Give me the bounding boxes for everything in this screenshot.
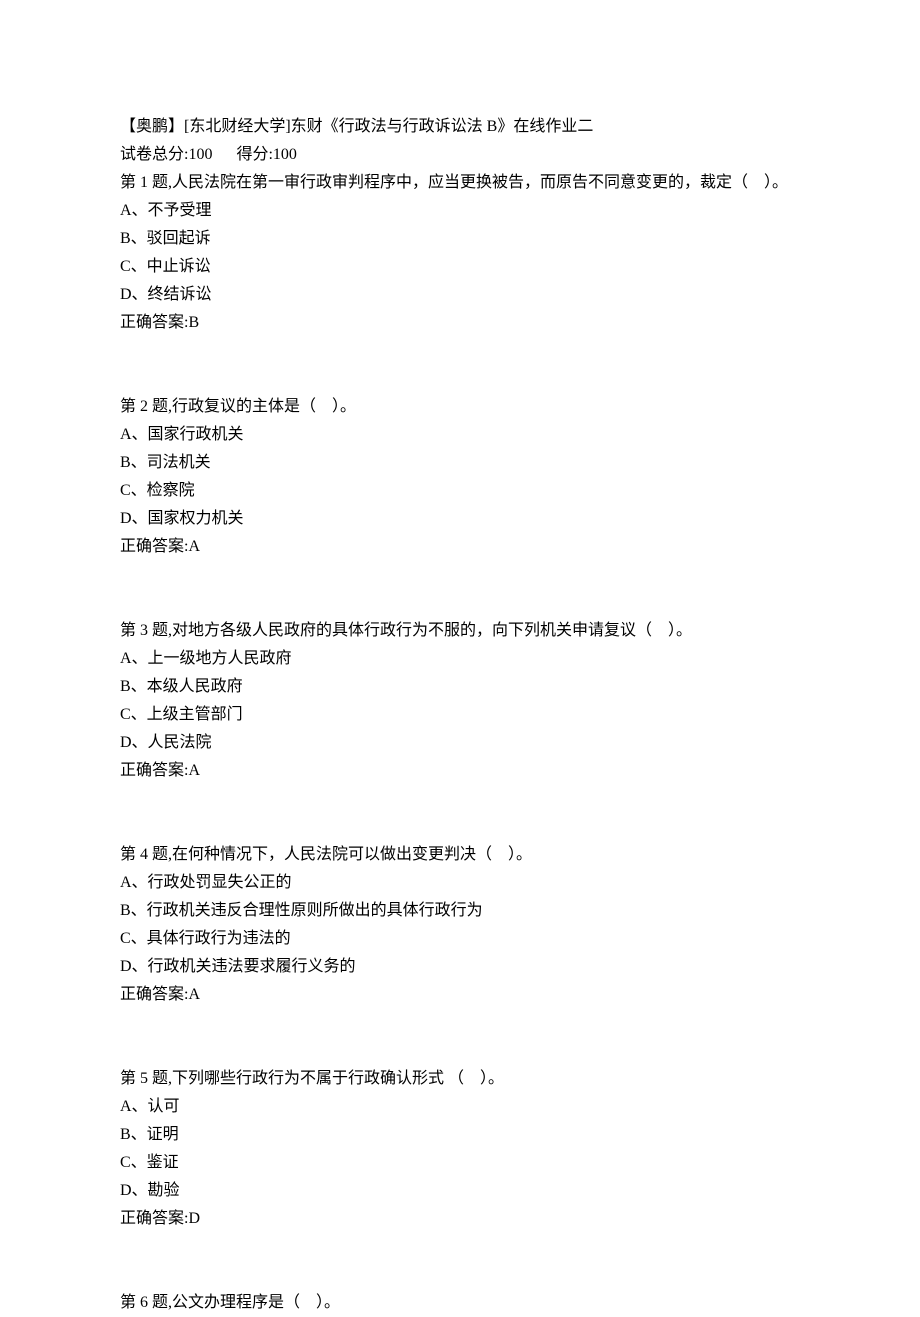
question-option: B、本级人民政府 xyxy=(120,673,800,701)
question-option: B、行政机关违反合理性原则所做出的具体行政行为 xyxy=(120,897,800,925)
question-option: C、鉴证 xyxy=(120,1149,800,1177)
spacer xyxy=(120,1009,800,1037)
spacer xyxy=(120,337,800,365)
question-stem: 第 2 题,行政复议的主体是（ ）。 xyxy=(120,393,800,421)
spacer xyxy=(120,365,800,393)
question-option: A、上一级地方人民政府 xyxy=(120,645,800,673)
question-option: D、勘验 xyxy=(120,1177,800,1205)
question-option: A、国家行政机关 xyxy=(120,421,800,449)
question-option: B、司法机关 xyxy=(120,449,800,477)
spacer xyxy=(120,589,800,617)
question-answer: 正确答案:A xyxy=(120,981,800,1009)
question-option: D、行政机关违法要求履行义务的 xyxy=(120,953,800,981)
question-option: D、人民法院 xyxy=(120,729,800,757)
question-stem: 第 5 题,下列哪些行政行为不属于行政确认形式 （ ）。 xyxy=(120,1065,800,1093)
question-option: A、行政处罚显失公正的 xyxy=(120,869,800,897)
spacer xyxy=(120,785,800,813)
question-option: D、终结诉讼 xyxy=(120,281,800,309)
spacer xyxy=(120,1233,800,1261)
question-stem: 第 3 题,对地方各级人民政府的具体行政行为不服的，向下列机关申请复议（ ）。 xyxy=(120,617,800,645)
doc-score: 试卷总分:100 得分:100 xyxy=(120,141,800,169)
question-option: A、不予受理 xyxy=(120,197,800,225)
question-answer: 正确答案:A xyxy=(120,757,800,785)
question-answer: 正确答案:D xyxy=(120,1205,800,1233)
question-answer: 正确答案:B xyxy=(120,309,800,337)
question-option: B、驳回起诉 xyxy=(120,225,800,253)
question-option: D、国家权力机关 xyxy=(120,505,800,533)
question-option: C、上级主管部门 xyxy=(120,701,800,729)
question-answer: 正确答案:A xyxy=(120,533,800,561)
question-option: C、检察院 xyxy=(120,477,800,505)
question-option: C、中止诉讼 xyxy=(120,253,800,281)
question-option: C、具体行政行为违法的 xyxy=(120,925,800,953)
question-option: A、认可 xyxy=(120,1093,800,1121)
doc-title: 【奥鹏】[东北财经大学]东财《行政法与行政诉讼法 B》在线作业二 xyxy=(120,113,800,141)
spacer xyxy=(120,813,800,841)
spacer xyxy=(120,561,800,589)
spacer xyxy=(120,1037,800,1065)
document-page: 【奥鹏】[东北财经大学]东财《行政法与行政诉讼法 B》在线作业二 试卷总分:10… xyxy=(0,0,920,1317)
question-stem: 第 1 题,人民法院在第一审行政审判程序中，应当更换被告，而原告不同意变更的，裁… xyxy=(120,169,800,197)
question-stem: 第 6 题,公文办理程序是（ ）。 xyxy=(120,1289,800,1317)
question-stem: 第 4 题,在何种情况下，人民法院可以做出变更判决（ ）。 xyxy=(120,841,800,869)
spacer xyxy=(120,1261,800,1289)
question-option: B、证明 xyxy=(120,1121,800,1149)
